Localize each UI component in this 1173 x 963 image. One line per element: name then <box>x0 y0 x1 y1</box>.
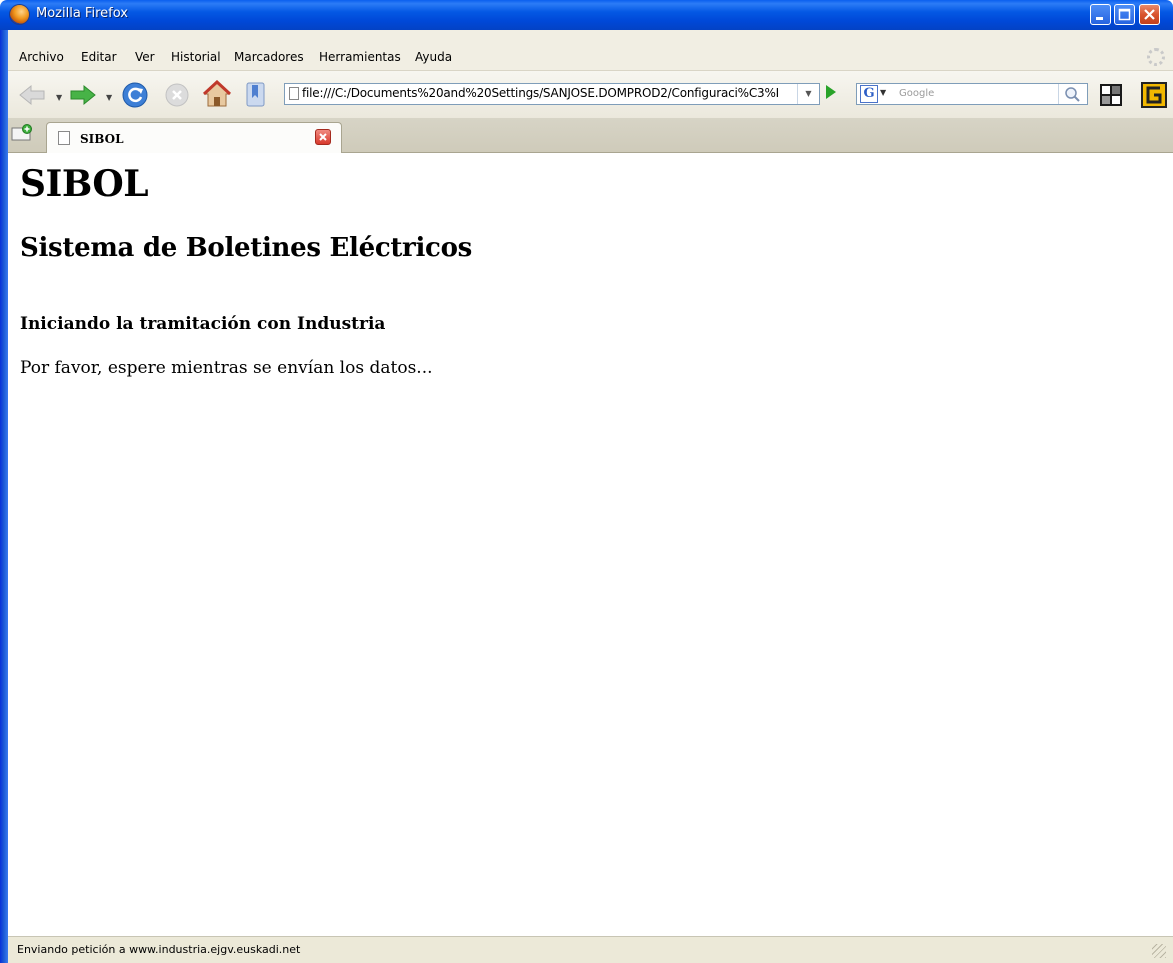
search-input[interactable] <box>856 83 1088 105</box>
extension-g-icon[interactable] <box>1141 82 1167 108</box>
menu-editar[interactable]: Editar <box>81 50 117 64</box>
bookmarks-icon <box>246 82 265 107</box>
tab-close-button[interactable] <box>315 129 331 145</box>
search-engine-dropdown-icon[interactable]: ▼ <box>880 88 886 97</box>
page-content <box>8 153 1173 936</box>
resize-grip-icon[interactable] <box>1152 944 1166 958</box>
status-text: Enviando petición a www.industria.ejgv.e… <box>17 943 301 956</box>
menu-marcadores[interactable]: Marcadores <box>234 50 304 64</box>
home-button[interactable] <box>202 80 232 108</box>
firefox-logo-icon <box>10 5 29 24</box>
forward-button[interactable] <box>68 83 98 107</box>
wait-message: Por favor, espere mientras se envían los… <box>20 358 433 378</box>
search-placeholder: Google <box>899 88 935 99</box>
minimize-icon <box>1096 17 1103 20</box>
search-button[interactable] <box>1058 84 1084 104</box>
section-title: Iniciando la tramitación con Industria <box>20 314 386 334</box>
new-tab-button[interactable] <box>11 124 33 142</box>
menu-ayuda[interactable]: Ayuda <box>415 50 452 64</box>
throbber-icon <box>1147 48 1165 66</box>
back-dropdown-icon[interactable]: ▼ <box>56 93 62 102</box>
window-title: Mozilla Firefox <box>36 6 128 21</box>
url-text[interactable]: file:///C:/Documents%20and%20Settings/SA… <box>302 86 792 100</box>
window-border <box>0 30 8 963</box>
title-bar <box>0 0 1173 30</box>
reload-button[interactable] <box>121 81 149 109</box>
go-button[interactable] <box>826 85 836 99</box>
menu-ver[interactable]: Ver <box>135 50 155 64</box>
close-window-button[interactable] <box>1139 4 1160 25</box>
close-icon <box>319 133 327 141</box>
stop-button[interactable] <box>163 81 191 109</box>
menu-herramientas[interactable]: Herramientas <box>319 50 401 64</box>
home-icon <box>202 80 232 107</box>
forward-dropdown-icon[interactable]: ▼ <box>106 93 112 102</box>
bookmarks-button[interactable] <box>244 81 268 109</box>
back-arrow-icon <box>19 84 45 106</box>
forward-arrow-icon <box>70 84 96 106</box>
menu-historial[interactable]: Historial <box>171 50 221 64</box>
url-dropdown-icon[interactable]: ▼ <box>797 84 819 104</box>
minimize-button[interactable] <box>1090 4 1111 25</box>
extension-grid-icon[interactable] <box>1099 83 1123 107</box>
maximize-button[interactable] <box>1114 4 1135 25</box>
tab-label: SIBOL <box>80 132 124 146</box>
stop-icon <box>165 83 189 107</box>
back-button[interactable] <box>17 83 47 107</box>
close-icon <box>1144 9 1155 20</box>
reload-icon <box>122 82 148 108</box>
page-icon <box>58 131 70 145</box>
magnifier-icon <box>1065 87 1080 102</box>
page-subheading: Sistema de Boletines Eléctricos <box>20 233 472 263</box>
page-heading: SIBOL <box>20 163 149 205</box>
page-icon <box>289 87 299 100</box>
menu-archivo[interactable]: Archivo <box>19 50 64 64</box>
new-tab-icon <box>11 124 32 141</box>
search-engine-icon[interactable]: G <box>860 85 878 103</box>
maximize-icon <box>1118 8 1131 21</box>
